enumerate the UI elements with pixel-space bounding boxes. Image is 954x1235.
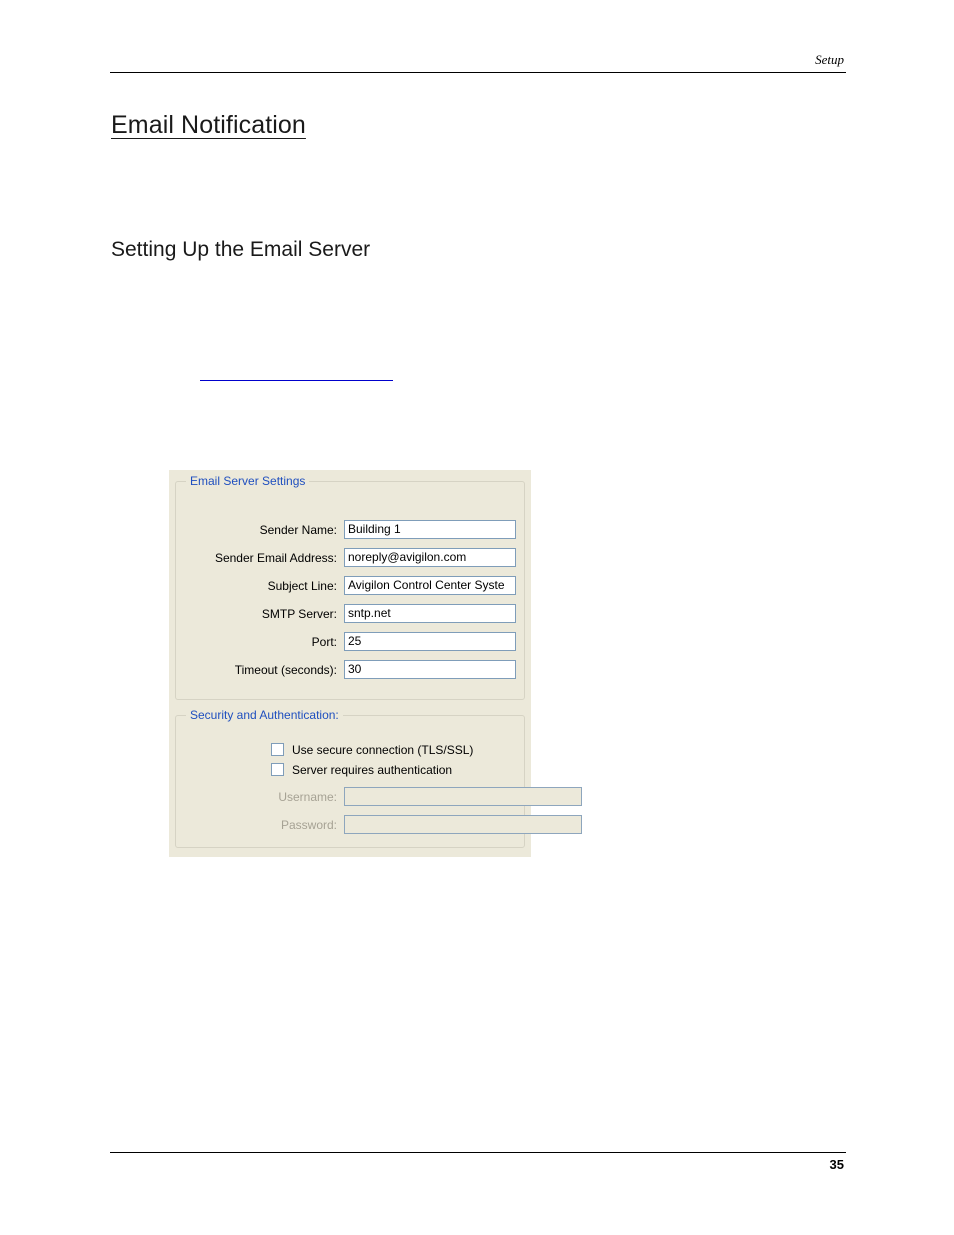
checkbox-row-server-auth[interactable]: Server requires authentication [271, 761, 452, 778]
checkbox-server-auth[interactable] [271, 763, 284, 776]
cross-reference-link[interactable] [200, 364, 393, 381]
field-row-timeout: Timeout (seconds): 30 [185, 660, 516, 679]
field-row-sender-email: Sender Email Address: noreply@avigilon.c… [185, 548, 516, 567]
header-divider [110, 72, 846, 73]
timeout-seconds-label: Timeout (seconds): [234, 662, 337, 677]
page-header: Setup [110, 52, 846, 73]
checkbox-row-tls-ssl[interactable]: Use secure connection (TLS/SSL) [271, 741, 473, 758]
checkbox-tls-ssl[interactable] [271, 743, 284, 756]
subject-line-input[interactable]: Avigilon Control Center Syste [344, 576, 516, 595]
smtp-server-label: SMTP Server: [261, 606, 337, 621]
field-row-smtp-server: SMTP Server: sntp.net [185, 604, 516, 623]
field-row-port: Port: 25 [185, 632, 516, 651]
sender-name-input[interactable]: Building 1 [344, 520, 516, 539]
sender-email-address-input[interactable]: noreply@avigilon.com [344, 548, 516, 567]
port-label: Port: [311, 634, 337, 649]
field-row-username: Username: [185, 787, 582, 806]
page-footer: 35 [110, 1152, 846, 1174]
page-number: 35 [829, 1157, 844, 1172]
smtp-server-input[interactable]: sntp.net [344, 604, 516, 623]
checkbox-tls-ssl-label: Use secure connection (TLS/SSL) [292, 742, 474, 757]
field-row-password: Password: [185, 815, 582, 834]
password-label: Password: [280, 817, 337, 832]
page-title: Email Notification [111, 111, 306, 139]
email-server-dialog: Email Server Settings Sender Name: Build… [169, 470, 582, 857]
sender-name-label: Sender Name: [259, 522, 337, 537]
running-header-title: Setup [815, 52, 844, 67]
email-server-settings-legend: Email Server Settings [186, 474, 310, 488]
username-input[interactable] [344, 787, 582, 806]
security-authentication-legend: Security and Authentication: [186, 708, 343, 722]
username-label: Username: [278, 789, 337, 804]
field-row-subject-line: Subject Line: Avigilon Control Center Sy… [185, 576, 516, 595]
section-heading: Setting Up the Email Server [111, 238, 371, 261]
document-page: Setup Email Notification Setting Up the … [0, 0, 954, 1235]
password-input[interactable] [344, 815, 582, 834]
email-server-settings-group: Email Server Settings Sender Name: Build… [175, 474, 525, 700]
port-input[interactable]: 25 [344, 632, 516, 651]
timeout-seconds-input[interactable]: 30 [344, 660, 516, 679]
security-authentication-group: Security and Authentication: Use secure … [175, 708, 582, 848]
sender-email-address-label: Sender Email Address: [214, 550, 337, 565]
field-row-sender-name: Sender Name: Building 1 [185, 520, 516, 539]
subject-line-label: Subject Line: [267, 578, 337, 593]
checkbox-server-auth-label: Server requires authentication [292, 762, 453, 777]
